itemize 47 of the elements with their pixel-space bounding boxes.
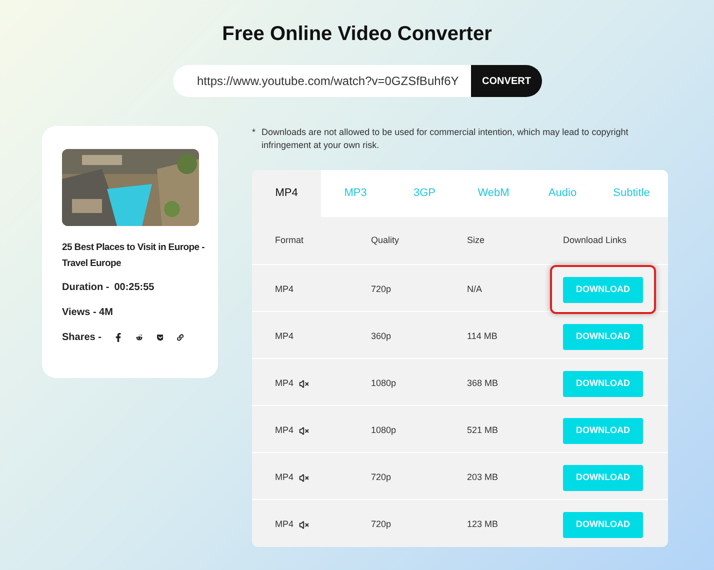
- format-cell-text: MP4: [275, 282, 294, 296]
- download-button[interactable]: DOWNLOAD: [563, 370, 643, 396]
- format-cell-text: MP4: [275, 376, 294, 390]
- quality-cell-text: 720p: [371, 282, 392, 296]
- shares-label: Shares -: [62, 331, 102, 345]
- views-count: Views - 4M: [62, 306, 114, 320]
- size-cell-text: 368 MB: [467, 376, 500, 390]
- download-button[interactable]: DOWNLOAD: [563, 324, 643, 350]
- format-tab[interactable]: MP4: [252, 170, 321, 217]
- quality-cell-text: 1080p: [371, 424, 398, 437]
- download-button[interactable]: DOWNLOAD: [563, 418, 643, 444]
- duration-label: Duration -: [62, 281, 110, 295]
- download-button[interactable]: DOWNLOAD: [563, 512, 643, 538]
- quality-cell-text: 720p: [371, 470, 392, 484]
- size-cell-text: N/A: [467, 282, 484, 296]
- facebook-icon[interactable]: [115, 333, 122, 342]
- size-cell-text: 123 MB: [467, 518, 500, 531]
- format-cell-text: MP4: [275, 470, 294, 484]
- muted-icon: [298, 472, 309, 482]
- format-cell-text: MP4: [275, 424, 294, 437]
- download-button[interactable]: DOWNLOAD: [563, 276, 643, 302]
- quality-cell-text: 1080p: [371, 376, 398, 390]
- url-field[interactable]: https://www.youtube.com/watch?v=0GZSfBuhf6Y: [173, 65, 471, 97]
- column-header: Size: [467, 234, 486, 247]
- size-cell-text: 114 MB: [467, 330, 498, 343]
- note-mark: *: [252, 126, 256, 139]
- quality-cell-text: 720p: [371, 518, 392, 531]
- column-header: Download Links: [563, 234, 628, 247]
- size-cell-text: 203 MB: [467, 470, 500, 484]
- duration-value: 00:25:55: [114, 281, 154, 295]
- format-cell-text: MP4: [275, 330, 294, 343]
- muted-icon: [298, 520, 309, 530]
- column-header: Quality: [371, 234, 400, 247]
- format-cell-text: MP4: [275, 518, 294, 531]
- reddit-icon[interactable]: [136, 333, 143, 342]
- muted-icon: [298, 426, 309, 436]
- disclaimer-note: Downloads are not allowed to be used for commercial intention, which may lead to copyright infringement at your own risk.: [262, 126, 630, 152]
- video-title: 25 Best Places to Visit in Europe - Travel Europe: [62, 241, 206, 271]
- convert-button[interactable]: CONVERT: [471, 65, 542, 97]
- column-header: Format: [275, 234, 305, 247]
- size-cell-text: 521 MB: [467, 424, 500, 437]
- link-icon[interactable]: [177, 333, 184, 342]
- muted-icon: [298, 378, 309, 388]
- page-title: Free Online Video Converter: [221, 22, 493, 46]
- download-button[interactable]: DOWNLOAD: [563, 464, 643, 490]
- pocket-icon[interactable]: [156, 333, 164, 342]
- quality-cell-text: 360p: [371, 330, 392, 343]
